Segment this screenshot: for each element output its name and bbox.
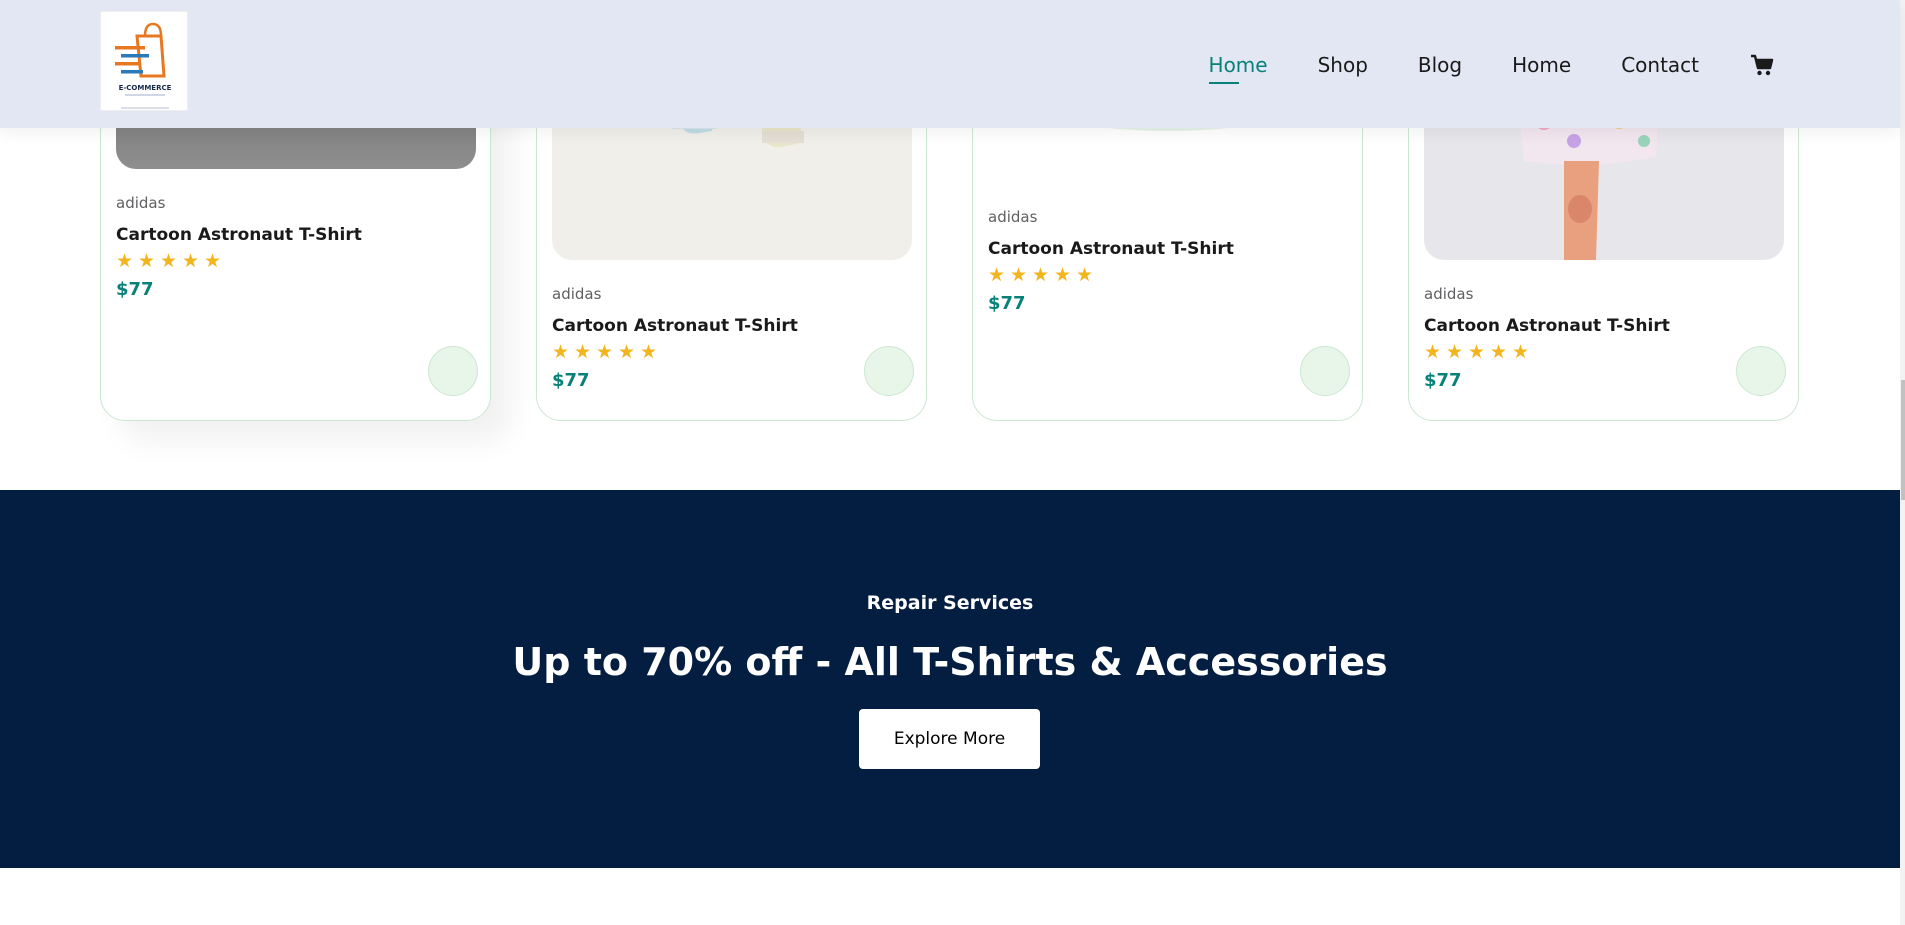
star-icon: ★: [596, 341, 614, 363]
star-icon: ★: [1076, 264, 1094, 286]
star-icon: ★: [204, 250, 222, 272]
cart-icon[interactable]: [1749, 52, 1775, 78]
star-icon: ★: [618, 341, 636, 363]
product-brand: adidas: [988, 208, 1038, 226]
product-price: $77: [552, 370, 590, 391]
product-price: $77: [988, 293, 1026, 314]
banner-headline: Up to 70% off - All T-Shirts & Accessori…: [512, 640, 1388, 684]
star-icon: ★: [1490, 341, 1508, 363]
banner-subtitle: Repair Services: [866, 592, 1034, 614]
star-icon: ★: [574, 341, 592, 363]
add-to-cart-button[interactable]: [1300, 346, 1350, 396]
product-price: $77: [116, 279, 154, 300]
add-to-cart-button[interactable]: [428, 346, 478, 396]
product-title: Cartoon Astronaut T-Shirt: [116, 225, 362, 245]
star-icon: ★: [988, 264, 1006, 286]
product-title: Cartoon Astronaut T-Shirt: [552, 316, 798, 336]
star-icon: ★: [552, 341, 570, 363]
site-header: E-COMMERCE Home Shop Blog Home Contact: [0, 0, 1900, 128]
logo-icon: E-COMMERCE: [115, 22, 172, 109]
product-brand: adidas: [1424, 285, 1474, 303]
nav-link-contact[interactable]: Contact: [1621, 52, 1699, 78]
nav-link-home[interactable]: Home: [1208, 52, 1268, 84]
nav-link-blog[interactable]: Blog: [1418, 52, 1462, 78]
site-logo[interactable]: E-COMMERCE: [100, 11, 188, 111]
product-brand: adidas: [116, 194, 166, 212]
star-icon: ★: [1512, 341, 1530, 363]
star-icon: ★: [1054, 264, 1072, 286]
product-details: adidas Cartoon Astronaut T-Shirt ★ ★ ★ ★…: [988, 208, 1234, 315]
product-brand: adidas: [552, 285, 602, 303]
main-nav: Home Shop Blog Home Contact: [1159, 52, 1775, 84]
product-details: adidas Cartoon Astronaut T-Shirt ★ ★ ★ ★…: [1424, 285, 1670, 392]
promo-banner: Repair Services Up to 70% off - All T-Sh…: [0, 490, 1900, 868]
product-price: $77: [1424, 370, 1462, 391]
star-icon: ★: [138, 250, 156, 272]
star-icon: ★: [182, 250, 200, 272]
product-title: Cartoon Astronaut T-Shirt: [1424, 316, 1670, 336]
page-scrollbar[interactable]: [1900, 0, 1905, 925]
star-icon: ★: [160, 250, 178, 272]
star-icon: ★: [1468, 341, 1486, 363]
star-icon: ★: [640, 341, 658, 363]
explore-more-button[interactable]: Explore More: [859, 709, 1040, 769]
star-icon: ★: [1446, 341, 1464, 363]
rating-stars: ★ ★ ★ ★ ★: [552, 342, 798, 362]
nav-link-shop[interactable]: Shop: [1318, 52, 1368, 78]
product-details: adidas Cartoon Astronaut T-Shirt ★ ★ ★ ★…: [116, 194, 362, 301]
add-to-cart-button[interactable]: [1736, 346, 1786, 396]
product-details: adidas Cartoon Astronaut T-Shirt ★ ★ ★ ★…: [552, 285, 798, 392]
star-icon: ★: [116, 250, 134, 272]
star-icon: ★: [1424, 341, 1442, 363]
nav-link-home-2[interactable]: Home: [1512, 52, 1571, 78]
rating-stars: ★ ★ ★ ★ ★: [988, 265, 1234, 285]
scrollbar-thumb[interactable]: [1901, 380, 1905, 500]
logo-text: E-COMMERCE: [119, 84, 172, 92]
star-icon: ★: [1010, 264, 1028, 286]
add-to-cart-button[interactable]: [864, 346, 914, 396]
rating-stars: ★ ★ ★ ★ ★: [1424, 342, 1670, 362]
rating-stars: ★ ★ ★ ★ ★: [116, 251, 362, 271]
product-title: Cartoon Astronaut T-Shirt: [988, 239, 1234, 259]
star-icon: ★: [1032, 264, 1050, 286]
